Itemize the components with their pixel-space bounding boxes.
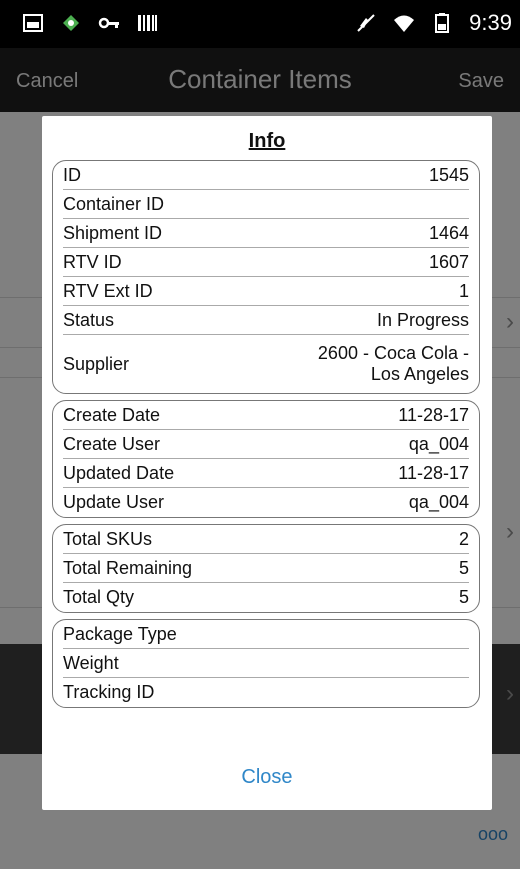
info-label: Update User xyxy=(63,492,165,512)
info-label: Create Date xyxy=(63,404,161,425)
info-label: Package Type xyxy=(63,623,177,644)
info-value-line: In Progress xyxy=(376,309,469,330)
info-row: Tracking ID xyxy=(63,678,469,707)
info-value-line: 1 xyxy=(458,280,469,301)
info-label: RTV Ext ID xyxy=(63,280,153,301)
info-row: Create User qa_004 xyxy=(63,430,469,459)
info-row: Supplier 2600 - Coca Cola - Los Angeles xyxy=(63,335,469,393)
info-value-line: 1607 xyxy=(428,251,469,272)
info-value: 5 xyxy=(459,558,469,579)
info-value: 1607 xyxy=(429,252,469,273)
info-row: Package Type xyxy=(63,620,469,649)
info-value-line: 5 xyxy=(458,587,469,607)
info-row: Total Qty 5 xyxy=(63,583,469,612)
info-list[interactable]: ID 1545 Container ID Shipment ID 1464 RTV ID 1… xyxy=(52,160,480,758)
info-value-line: 11-28-17 xyxy=(398,404,469,425)
info-row: RTV Ext ID 1 xyxy=(63,277,469,306)
info-row: Update User qa_004 xyxy=(63,488,469,517)
info-value-line: 1545 xyxy=(428,164,469,185)
info-row: ID 1545 xyxy=(63,161,469,190)
info-value: 2600 - Coca Cola - Los Angeles xyxy=(318,343,469,385)
info-value: 1 xyxy=(459,281,469,302)
info-group: Package Type Weight Tracking ID xyxy=(52,619,480,708)
info-value: 1545 xyxy=(429,165,469,186)
info-group: Total SKUs 2 Total Remaining 5 Total Qty 5 xyxy=(52,524,480,613)
clock: 9:39 xyxy=(469,10,512,35)
info-label: Total SKUs xyxy=(63,528,153,549)
info-label: Container ID xyxy=(63,193,165,214)
info-row: Shipment ID 1464 xyxy=(63,219,469,248)
mute-icon xyxy=(357,14,375,32)
info-value: 11-28-17 xyxy=(398,405,469,426)
info-row: Total Remaining 5 xyxy=(63,554,469,583)
info-label: Total Qty xyxy=(63,587,135,607)
close-button[interactable]: Close xyxy=(42,766,492,789)
info-group: Create Date 11-28-17 Create User qa_004 Upda… xyxy=(52,400,480,518)
info-label: ID xyxy=(63,164,81,185)
info-value-line: qa_004 xyxy=(408,492,469,512)
info-label: Status xyxy=(63,309,115,330)
info-group: ID 1545 Container ID Shipment ID 1464 RTV ID 1… xyxy=(52,160,480,394)
info-value-line: qa_004 xyxy=(408,433,469,454)
info-label: Weight xyxy=(63,652,119,673)
info-row: Create Date 11-28-17 xyxy=(63,401,469,430)
info-value-line: 2600 - Coca Cola - xyxy=(317,343,469,363)
info-value-line: Los Angeles xyxy=(370,364,469,384)
wifi-icon xyxy=(394,15,415,32)
info-label: Shipment ID xyxy=(63,222,163,243)
info-value: qa_004 xyxy=(409,492,469,513)
info-value: qa_004 xyxy=(409,434,469,455)
info-label: Total Remaining xyxy=(63,557,193,578)
status-bar: 9:39 xyxy=(0,0,520,48)
info-value-line: 2 xyxy=(458,528,469,549)
info-row: Total SKUs 2 xyxy=(63,525,469,554)
barcode-icon xyxy=(138,15,157,31)
info-value: 1464 xyxy=(429,223,469,244)
network-icon xyxy=(63,15,79,31)
info-label: Supplier xyxy=(63,353,130,374)
info-value: 2 xyxy=(459,529,469,550)
info-value-line: 5 xyxy=(458,557,469,578)
info-row: Updated Date 11-28-17 xyxy=(63,459,469,488)
info-row: Container ID xyxy=(63,190,469,219)
dialog-title: Info xyxy=(248,130,286,152)
info-label: Tracking ID xyxy=(63,682,155,702)
info-label: RTV ID xyxy=(63,251,122,272)
info-value: In Progress xyxy=(377,310,469,331)
info-label: Create User xyxy=(63,433,161,454)
info-label: Updated Date xyxy=(63,462,175,483)
info-value: 11-28-17 xyxy=(398,463,469,484)
info-value: 5 xyxy=(459,587,469,608)
info-value-line: 1464 xyxy=(428,222,469,243)
key-icon xyxy=(98,17,119,29)
info-row: Status In Progress xyxy=(63,306,469,335)
battery-icon xyxy=(435,13,450,33)
info-value-line: 11-28-17 xyxy=(398,462,469,483)
info-row: Weight xyxy=(63,649,469,678)
info-row: RTV ID 1607 xyxy=(63,248,469,277)
image-icon xyxy=(23,14,43,32)
info-dialog: Info ID 1545 Container ID Shipment ID 1464 RT… xyxy=(42,116,492,810)
